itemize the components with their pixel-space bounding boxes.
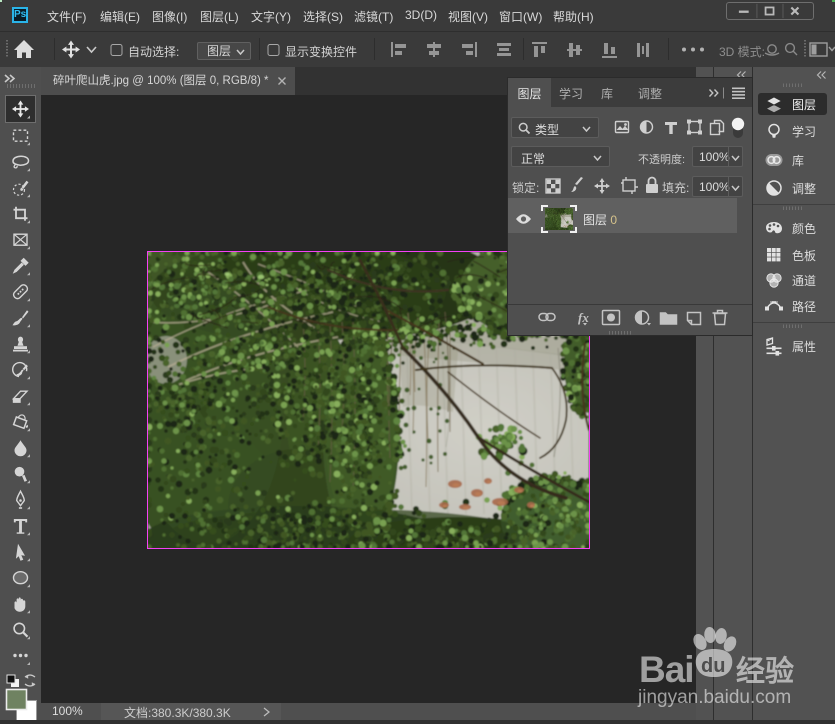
svg-text:jingyan.baidu.com: jingyan.baidu.com xyxy=(637,687,791,708)
svg-text:经验: 经验 xyxy=(736,654,794,688)
svg-text:du: du xyxy=(701,655,725,677)
svg-text:Bai: Bai xyxy=(639,649,694,690)
svg-text:fx: fx xyxy=(578,310,589,325)
